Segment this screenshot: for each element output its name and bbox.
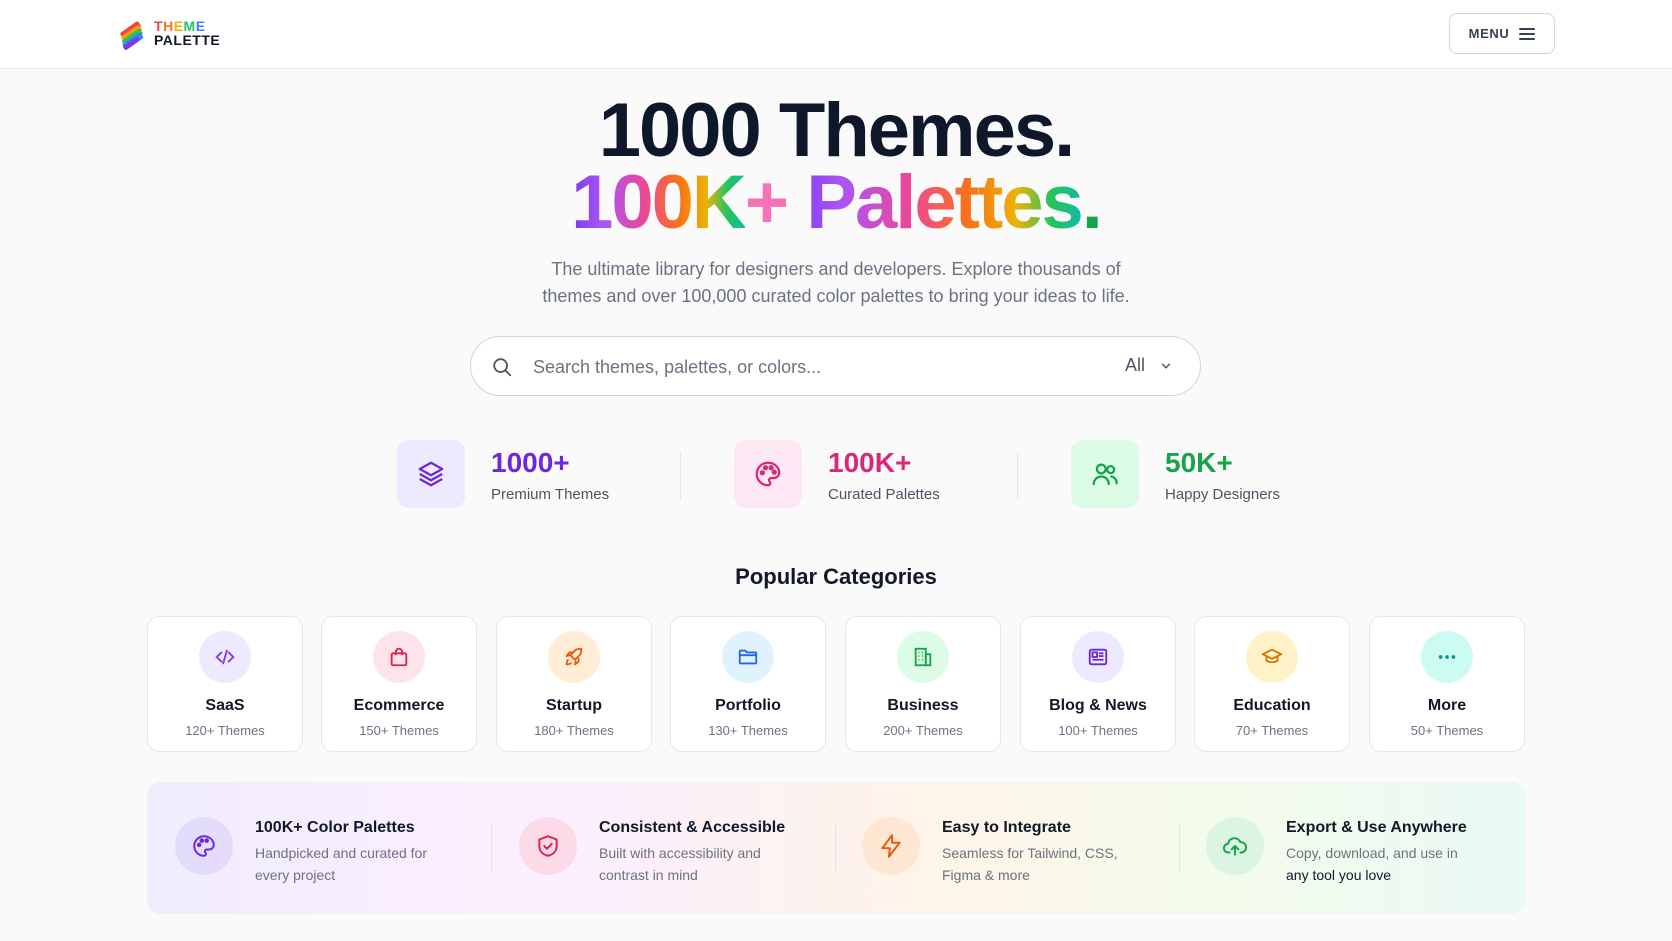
shield-check-icon [519, 817, 577, 875]
logo-line1: THEME [154, 18, 206, 34]
category-count: 120+ Themes [185, 723, 265, 738]
feature-divider [835, 825, 836, 871]
newspaper-icon [1072, 631, 1124, 683]
stat-label: Happy Designers [1165, 485, 1281, 503]
category-card-business[interactable]: Business 200+ Themes [845, 616, 1001, 752]
chevron-down-icon [1161, 363, 1171, 369]
category-count: 100+ Themes [1058, 723, 1138, 738]
hero-word: Palettes [787, 160, 1083, 245]
stat-number: 100K+ [828, 446, 912, 478]
hero-dot: . [1081, 160, 1103, 245]
folder-icon [722, 631, 774, 683]
category-name: Business [887, 697, 959, 714]
search-filter-select[interactable]: All [1125, 355, 1173, 376]
code-icon [199, 631, 251, 683]
cloud-upload-icon [1206, 817, 1264, 875]
category-name: Ecommerce [353, 697, 445, 714]
feature-desc: Built with accessibility and contrast in… [599, 845, 761, 883]
category-count: 180+ Themes [534, 723, 614, 738]
category-name: Blog & News [1049, 697, 1147, 714]
search-input[interactable] [533, 351, 1093, 383]
feature-export: Export & Use Anywhere Copy, download, an… [1206, 817, 1476, 886]
category-name: Portfolio [715, 697, 781, 714]
hamburger-icon [1519, 27, 1536, 40]
feature-title: Easy to Integrate [942, 819, 1071, 836]
stat-number: 1000+ [491, 446, 570, 478]
stat-label: Premium Themes [491, 485, 610, 503]
feature-title: Consistent & Accessible [599, 819, 786, 836]
users-icon [1071, 440, 1139, 508]
menu-label: MENU [1468, 26, 1510, 41]
rocket-icon [548, 631, 600, 683]
features-strip: 100K+ Color Palettes Handpicked and cura… [147, 782, 1525, 914]
feature-desc: Seamless for Tailwind, CSS, Figma & more [942, 845, 1118, 883]
category-count: 150+ Themes [359, 723, 439, 738]
stat-palettes: 100K+ Curated Palettes [734, 440, 940, 508]
category-name: More [1427, 697, 1467, 714]
search-bar: All [470, 336, 1201, 396]
stat-divider [1017, 452, 1018, 500]
feature-desc-part1: Copy, download, and use in [1286, 845, 1458, 861]
category-card-portfolio[interactable]: Portfolio 130+ Themes [670, 616, 826, 752]
hero-subtitle: The ultimate library for designers and d… [542, 259, 1130, 306]
category-count: 70+ Themes [1235, 723, 1309, 738]
stat-divider [680, 452, 681, 500]
palette-icon [734, 440, 802, 508]
menu-button[interactable]: MENU [1449, 13, 1555, 54]
logo-line2: PALETTE [154, 32, 221, 48]
feature-title: Export & Use Anywhere [1286, 819, 1467, 836]
category-count: 130+ Themes [708, 723, 788, 738]
lightning-icon [862, 817, 920, 875]
feature-divider [491, 825, 492, 871]
category-name: SaaS [205, 697, 245, 714]
hero-title-line2: 100K+ Palettes. [0, 160, 1672, 246]
feature-desc: Copy, download, and use in any tool you … [1286, 842, 1476, 886]
shopping-bag-icon [373, 631, 425, 683]
feature-desc: Handpicked and curated for every project [255, 845, 427, 883]
category-card-saas[interactable]: SaaS 120+ Themes [147, 616, 303, 752]
building-icon [897, 631, 949, 683]
hero-count: 100K [571, 160, 747, 245]
stat-label: Curated Palettes [828, 485, 940, 503]
palette-logo-icon [116, 16, 150, 50]
category-count: 200+ Themes [883, 723, 963, 738]
category-card-ecommerce[interactable]: Ecommerce 150+ Themes [321, 616, 477, 752]
top-header: THEME PALETTE MENU [0, 0, 1672, 69]
feature-accessible: Consistent & Accessible Built with acces… [519, 817, 789, 886]
stat-designers: 50K+ Happy Designers [1071, 440, 1280, 508]
search-icon [493, 358, 512, 377]
layers-icon [397, 440, 465, 508]
feature-divider [1179, 825, 1180, 871]
stat-themes: 1000+ Premium Themes [397, 440, 609, 508]
category-count: 50+ Themes [1410, 723, 1484, 738]
stat-number: 50K+ [1165, 446, 1233, 478]
filter-value: All [1125, 355, 1146, 375]
feature-title: 100K+ Color Palettes [255, 819, 415, 836]
category-name: Education [1233, 697, 1311, 714]
feature-desc-part2: any tool you love [1286, 867, 1392, 883]
categories-heading: Popular Categories [735, 564, 937, 589]
category-card-blog-news[interactable]: Blog & News 100+ Themes [1020, 616, 1176, 752]
feature-integrate: Easy to Integrate Seamless for Tailwind,… [862, 817, 1132, 886]
hero-plus: + [744, 160, 789, 245]
category-name: Startup [546, 697, 602, 714]
category-card-startup[interactable]: Startup 180+ Themes [496, 616, 652, 752]
site-logo[interactable]: THEME PALETTE [116, 16, 220, 50]
palette-icon [175, 817, 233, 875]
feature-color-palettes: 100K+ Color Palettes Handpicked and cura… [175, 817, 445, 886]
category-card-education[interactable]: Education 70+ Themes [1194, 616, 1350, 752]
category-card-more[interactable]: More 50+ Themes [1369, 616, 1525, 752]
graduation-cap-icon [1246, 631, 1298, 683]
more-dots-icon [1421, 631, 1473, 683]
